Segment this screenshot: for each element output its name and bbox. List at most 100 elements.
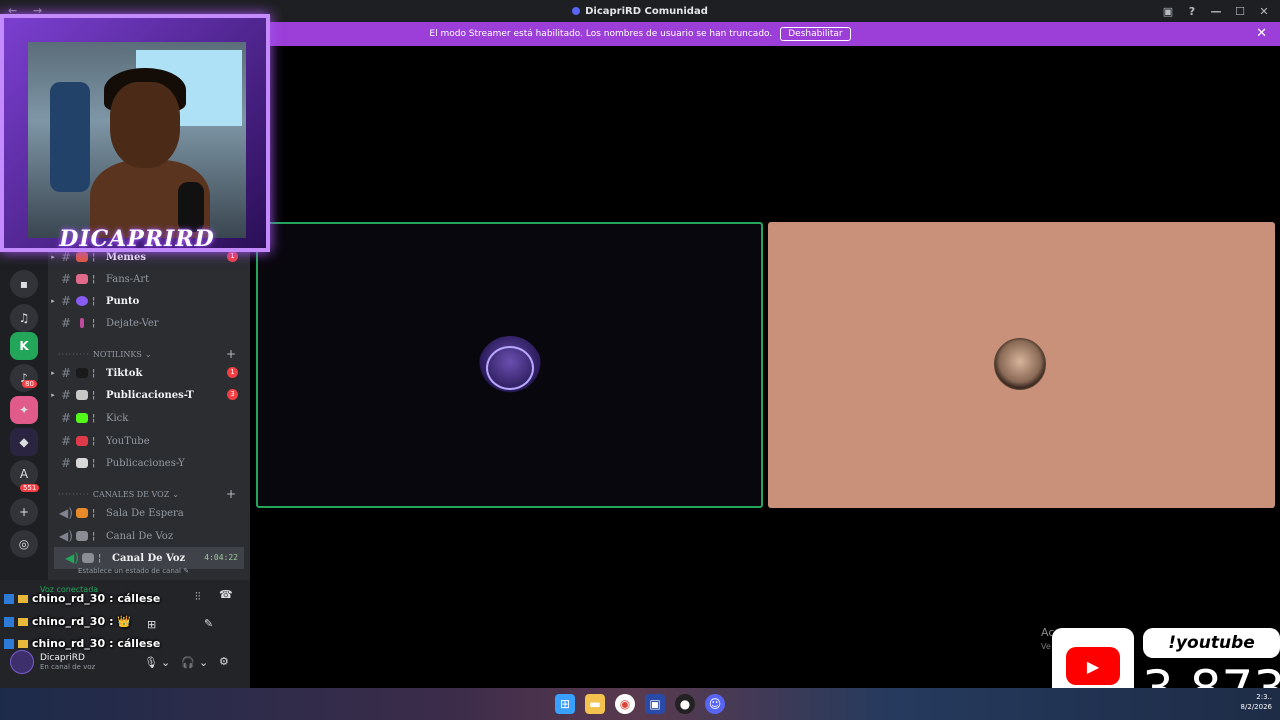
disable-streamer-button[interactable]: Deshabilitar xyxy=(780,27,851,41)
disconnect-icon[interactable]: ☎ xyxy=(219,588,233,601)
add-channel-icon[interactable]: + xyxy=(226,487,236,501)
file-explorer-icon[interactable]: ▬ xyxy=(585,694,605,714)
help-icon[interactable]: ? xyxy=(1180,5,1204,18)
activation-watermark: Ve xyxy=(1041,642,1051,651)
avatar[interactable] xyxy=(10,650,34,674)
hash-icon: # xyxy=(60,366,72,380)
crown-icon xyxy=(18,639,28,648)
platform-icon xyxy=(4,616,14,627)
window-title: DicapriRD Comunidad xyxy=(585,5,708,17)
emoji-icon xyxy=(76,296,88,306)
voice-channel-canal-de-voz[interactable]: ◀) ¦ Canal De Voz xyxy=(48,525,250,547)
microphone-icon[interactable]: 🎙 xyxy=(144,656,158,669)
app-icon[interactable]: ▣ xyxy=(645,694,665,714)
participant-avatar xyxy=(478,336,542,400)
channel-punto[interactable]: ▸ # ¦ Punto xyxy=(48,290,250,312)
chevron-down-icon[interactable]: ⌄ xyxy=(199,656,208,669)
kick-server-icon[interactable]: K xyxy=(10,332,38,360)
webcam-overlay: DICAPRIRD xyxy=(0,14,270,252)
emoji-icon xyxy=(76,252,88,262)
soundboard-icon[interactable]: ✎ xyxy=(204,617,213,630)
voice-participant-tile[interactable] xyxy=(256,222,763,508)
windows-start-icon[interactable]: ⊞ xyxy=(555,694,575,714)
hash-icon: # xyxy=(60,316,72,330)
hash-icon: # xyxy=(60,434,72,448)
add-channel-icon[interactable]: + xyxy=(226,347,236,361)
user-panel[interactable]: DicapriRD En canal de voz xyxy=(10,650,95,674)
crown-icon xyxy=(18,617,28,626)
channel-youtube[interactable]: # ¦ YouTube xyxy=(48,430,250,452)
close-window-button[interactable]: ✕ xyxy=(1252,5,1276,18)
chrome-icon[interactable]: ◉ xyxy=(615,694,635,714)
set-channel-status[interactable]: Establece un estado de canal ✎ xyxy=(78,567,189,575)
banner-text: El modo Streamer está habilitado. Los no… xyxy=(429,29,773,39)
server-badge: 551 xyxy=(20,484,40,492)
voice-participant-tile[interactable] xyxy=(768,222,1275,508)
activities-icon[interactable]: ⊞ xyxy=(147,618,156,631)
headphones-icon[interactable]: 🎧 xyxy=(181,656,195,669)
add-server-icon[interactable]: + xyxy=(10,498,38,526)
hash-icon: # xyxy=(60,294,72,308)
chevron-down-icon: ⌄ xyxy=(144,349,152,359)
platform-icon xyxy=(4,638,14,649)
voice-timer: 4:04:22 xyxy=(204,553,238,562)
taskbar: ⊞ ▬ ◉ ▣ ● ☺ xyxy=(0,688,1280,720)
user-name: DicapriRD xyxy=(40,653,85,663)
streamer-brand-logo: DICAPRIRD xyxy=(59,226,215,252)
speaker-icon: ◀) xyxy=(65,551,79,565)
emoji-icon xyxy=(76,413,88,423)
unread-badge: 1 xyxy=(227,251,238,262)
server-icon[interactable]: ♫ xyxy=(10,304,38,332)
wings-logo-icon xyxy=(486,346,534,390)
participant-avatar xyxy=(994,338,1046,390)
minimize-button[interactable]: — xyxy=(1204,5,1228,18)
chevron-down-icon: ⌄ xyxy=(172,489,179,499)
platform-icon xyxy=(4,593,14,604)
explore-icon[interactable]: ◎ xyxy=(10,530,38,558)
bell-icon xyxy=(76,508,88,518)
emoji-icon xyxy=(80,318,84,328)
maximize-button[interactable]: ☐ xyxy=(1228,5,1252,18)
category-notilinks[interactable]: ········· NOTILINKS ⌄ + xyxy=(58,347,248,361)
server-icon[interactable]: ◆ xyxy=(10,428,38,456)
voice-channel-sala-de-espera[interactable]: ◀) ¦ Sala De Espera xyxy=(48,502,250,524)
voice-channel-canal-de-voz-active[interactable]: ◀) ¦ Canal De Voz 4:04:22 xyxy=(54,547,244,569)
system-clock: 2:3.. 8/2/2026 xyxy=(1240,693,1272,711)
obs-icon[interactable]: ● xyxy=(675,694,695,714)
hash-icon: # xyxy=(60,272,72,286)
speaker-icon: ◀) xyxy=(59,529,73,543)
hash-icon: # xyxy=(60,388,72,402)
channel-kick[interactable]: # ¦ Kick xyxy=(48,407,250,429)
crown-icon xyxy=(18,594,28,603)
emoji-icon xyxy=(76,390,88,400)
emoji-icon xyxy=(76,368,88,378)
discord-icon[interactable]: ☺ xyxy=(705,694,725,714)
chat-message: chino_rd_30: cállese xyxy=(4,592,160,605)
server-icon[interactable]: ▪ xyxy=(10,270,38,298)
emoji-icon xyxy=(76,274,88,284)
user-status: En canal de voz xyxy=(40,663,96,671)
channel-publicaciones-y[interactable]: # ¦ Publicaciones-Y xyxy=(48,452,250,474)
unread-badge: 3 xyxy=(227,389,238,400)
hash-icon: # xyxy=(60,456,72,470)
signal-icon[interactable]: ⫶⫶ xyxy=(195,590,201,604)
gear-icon[interactable]: ⚙ xyxy=(219,655,229,668)
channel-publicaciones-t[interactable]: ▸ # ¦ Publicaciones-T 3 xyxy=(48,384,250,406)
hash-icon: # xyxy=(60,411,72,425)
hash-icon: # xyxy=(60,250,72,264)
channel-fans-art[interactable]: # ¦ Fans-Art xyxy=(48,268,250,290)
category-voice[interactable]: ········· CANALES DE VOZ ⌄ + xyxy=(58,487,248,501)
server-badge: 80 xyxy=(22,380,37,388)
chat-message: chino_rd_30: cállese xyxy=(4,637,160,650)
chevron-down-icon[interactable]: ⌄ xyxy=(161,656,170,669)
server-icon[interactable]: ✦ xyxy=(10,396,38,424)
speaker-icon: ◀) xyxy=(59,506,73,520)
unread-badge: 1 xyxy=(227,367,238,378)
chat-message: chino_rd_30: 👑 xyxy=(4,615,131,628)
youtube-command-label: !youtube xyxy=(1143,628,1280,658)
channel-dejate-ver[interactable]: # ¦ Dejate-Ver xyxy=(48,312,250,334)
inbox-icon[interactable]: ▣ xyxy=(1156,5,1180,18)
close-icon[interactable]: ✕ xyxy=(1256,26,1267,41)
play-icon: ▶ xyxy=(1066,647,1120,685)
channel-tiktok[interactable]: ▸ # ¦ Tiktok 1 xyxy=(48,362,250,384)
